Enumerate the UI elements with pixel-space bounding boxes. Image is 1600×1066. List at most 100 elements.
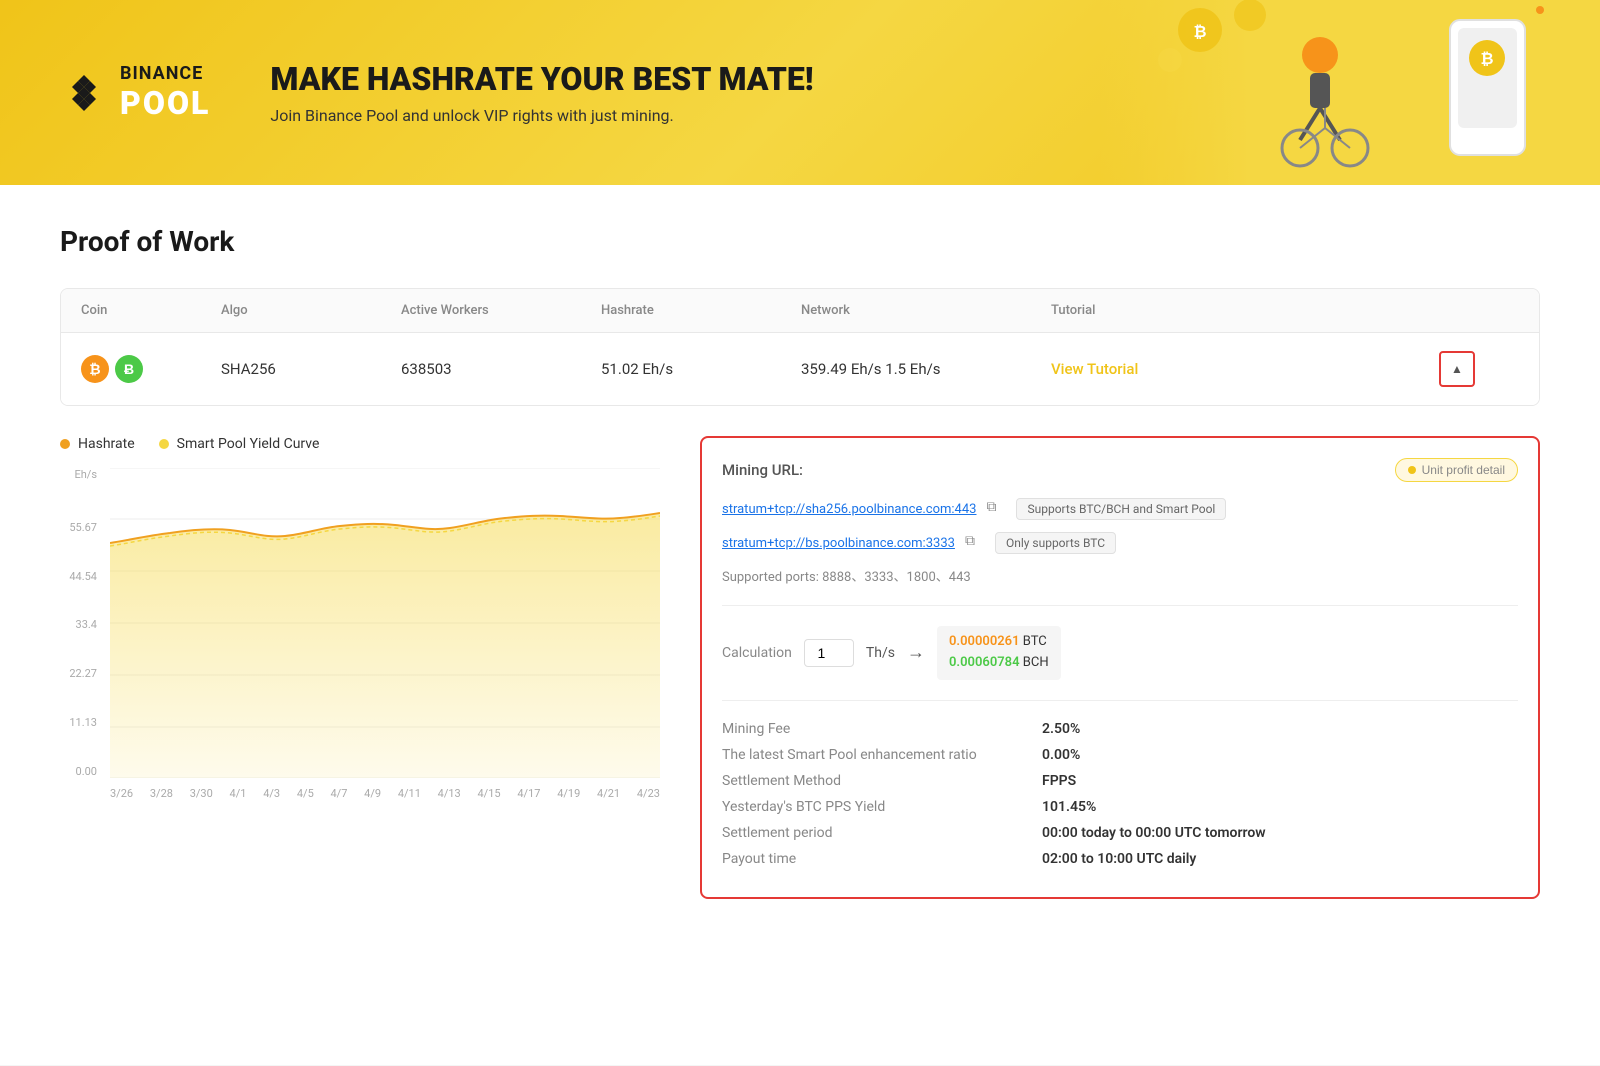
url-2-link[interactable]: stratum+tcp://bs.poolbinance.com:3333 <box>722 536 955 551</box>
chart-section: Hashrate Smart Pool Yield Curve Eh/s 55.… <box>60 436 1540 899</box>
chart-container: Hashrate Smart Pool Yield Curve Eh/s 55.… <box>60 436 660 808</box>
binance-logo-icon <box>60 69 108 117</box>
x-axis: 3/26 3/28 3/30 4/1 4/3 4/5 4/7 4/9 4/11 … <box>110 778 660 808</box>
mining-url-header: Mining URL: Unit profit detail <box>722 458 1518 482</box>
stat-mining-fee-value: 2.50% <box>1042 721 1080 737</box>
stat-mining-fee-label: Mining Fee <box>722 721 1042 737</box>
calc-arrow-icon: → <box>907 642 925 663</box>
hashrate-value: 51.02 Eh/s <box>601 360 801 378</box>
calc-result-bch-value: 0.00060784 <box>949 655 1020 670</box>
x-label-12: 4/19 <box>557 787 580 800</box>
coin-icons: ₿ Ƀ <box>81 355 221 383</box>
stat-smart-pool: The latest Smart Pool enhancement ratio … <box>722 747 1518 763</box>
stat-btc-pps-label: Yesterday's BTC PPS Yield <box>722 799 1042 815</box>
active-workers-value: 638503 <box>401 360 601 378</box>
calc-result-btc-value: 0.00000261 <box>949 634 1020 649</box>
stat-btc-pps: Yesterday's BTC PPS Yield 101.45% <box>722 799 1518 815</box>
x-label-9: 4/13 <box>438 787 461 800</box>
copy-icon-1[interactable]: ⧉ <box>986 499 1006 519</box>
calc-label: Calculation <box>722 645 792 661</box>
page-title: Proof of Work <box>60 225 1540 258</box>
x-label-14: 4/23 <box>637 787 660 800</box>
pow-table: Coin Algo Active Workers Hashrate Networ… <box>60 288 1540 406</box>
col-algo: Algo <box>221 303 401 318</box>
stat-smart-pool-label: The latest Smart Pool enhancement ratio <box>722 747 1042 763</box>
info-panel: Mining URL: Unit profit detail stratum+t… <box>700 436 1540 899</box>
expand-arrow-icon: ▲ <box>1451 362 1463 376</box>
col-network: Network <box>801 303 1051 318</box>
logo-pool: POOL <box>120 84 210 122</box>
banner-illustration: ₿ ₿ <box>1100 0 1600 185</box>
algo-value: SHA256 <box>221 360 401 378</box>
calc-input[interactable] <box>804 639 854 667</box>
col-expand <box>1439 303 1519 318</box>
hashrate-legend-label: Hashrate <box>78 436 135 452</box>
x-label-10: 4/15 <box>478 787 501 800</box>
legend-smart-pool: Smart Pool Yield Curve <box>159 436 320 452</box>
x-label-3: 4/1 <box>230 787 247 800</box>
y-label-3: 33.4 <box>76 618 97 631</box>
stat-smart-pool-value: 0.00% <box>1042 747 1080 763</box>
x-label-6: 4/7 <box>331 787 348 800</box>
legend-hashrate: Hashrate <box>60 436 135 452</box>
x-label-13: 4/21 <box>597 787 620 800</box>
y-label-4: 44.54 <box>69 570 97 583</box>
chart-area: Eh/s 55.67 44.54 33.4 22.27 11.13 0.00 <box>60 468 660 808</box>
url-1-link[interactable]: stratum+tcp://sha256.poolbinance.com:443 <box>722 502 976 517</box>
stats-section: Mining Fee 2.50% The latest Smart Pool e… <box>722 721 1518 867</box>
smart-pool-legend-label: Smart Pool Yield Curve <box>177 436 320 452</box>
y-label-0: 0.00 <box>76 765 97 778</box>
x-label-8: 4/11 <box>398 787 421 800</box>
x-label-1: 3/28 <box>150 787 173 800</box>
chart-svg <box>110 468 660 778</box>
banner: BINANCE POOL MAKE HASHRATE YOUR BEST MAT… <box>0 0 1600 185</box>
calc-result-bch-label: BCH <box>1023 655 1049 670</box>
expand-button[interactable]: ▲ <box>1439 351 1475 387</box>
x-label-11: 4/17 <box>517 787 540 800</box>
col-active-workers: Active Workers <box>401 303 601 318</box>
chart-plot <box>110 468 660 778</box>
x-label-2: 3/30 <box>190 787 213 800</box>
svg-text:₿: ₿ <box>1193 22 1206 41</box>
supported-ports: Supported ports: 8888、3333、1800、443 <box>722 566 1518 585</box>
banner-svg-illustration: ₿ ₿ <box>1120 0 1580 185</box>
x-label-7: 4/9 <box>364 787 381 800</box>
unit-profit-label: Unit profit detail <box>1422 463 1505 477</box>
y-unit: Eh/s <box>74 468 97 481</box>
col-coin: Coin <box>81 303 221 318</box>
main-content: Proof of Work Coin Algo Active Workers H… <box>0 185 1600 1065</box>
calculation-row: Calculation Th/s → 0.00000261 BTC 0.0006… <box>722 626 1518 680</box>
table-row: ₿ Ƀ SHA256 638503 51.02 Eh/s 359.49 Eh/s… <box>61 333 1539 405</box>
stat-settlement-period: Settlement period 00:00 today to 00:00 U… <box>722 825 1518 841</box>
url-1-tag: Supports BTC/BCH and Smart Pool <box>1016 498 1226 520</box>
calc-result-btc-label: BTC <box>1023 634 1047 649</box>
stat-payout-time: Payout time 02:00 to 10:00 UTC daily <box>722 851 1518 867</box>
stat-payout-time-value: 02:00 to 10:00 UTC daily <box>1042 851 1196 867</box>
stat-payout-time-label: Payout time <box>722 851 1042 867</box>
table-header: Coin Algo Active Workers Hashrate Networ… <box>61 289 1539 333</box>
x-label-4: 4/3 <box>263 787 280 800</box>
url-row-1: stratum+tcp://sha256.poolbinance.com:443… <box>722 498 1518 520</box>
unit-profit-button[interactable]: Unit profit detail <box>1395 458 1518 482</box>
stat-settlement-period-value: 00:00 today to 00:00 UTC tomorrow <box>1042 825 1266 841</box>
calc-unit: Th/s <box>866 645 895 661</box>
smart-pool-legend-dot <box>159 439 169 449</box>
logo-text: BINANCE POOL <box>120 63 210 122</box>
network-value: 359.49 Eh/s 1.5 Eh/s <box>801 360 1051 378</box>
svg-text:₿: ₿ <box>1480 49 1493 68</box>
stat-settlement-method: Settlement Method FPPS <box>722 773 1518 789</box>
x-label-5: 4/5 <box>297 787 314 800</box>
y-label-2: 22.27 <box>69 667 97 680</box>
logo-binance: BINANCE <box>120 63 210 84</box>
mining-url-title: Mining URL: <box>722 461 803 479</box>
logo: BINANCE POOL <box>60 63 210 122</box>
hashrate-legend-dot <box>60 439 70 449</box>
y-axis: Eh/s 55.67 44.54 33.4 22.27 11.13 0.00 <box>60 468 105 778</box>
col-hashrate: Hashrate <box>601 303 801 318</box>
view-tutorial-link[interactable]: View Tutorial <box>1051 360 1439 378</box>
copy-icon-2[interactable]: ⧉ <box>965 533 985 553</box>
stat-settlement-period-label: Settlement period <box>722 825 1042 841</box>
illustration-bg: ₿ ₿ <box>1100 0 1600 185</box>
divider-1 <box>722 605 1518 606</box>
stat-btc-pps-value: 101.45% <box>1042 799 1096 815</box>
